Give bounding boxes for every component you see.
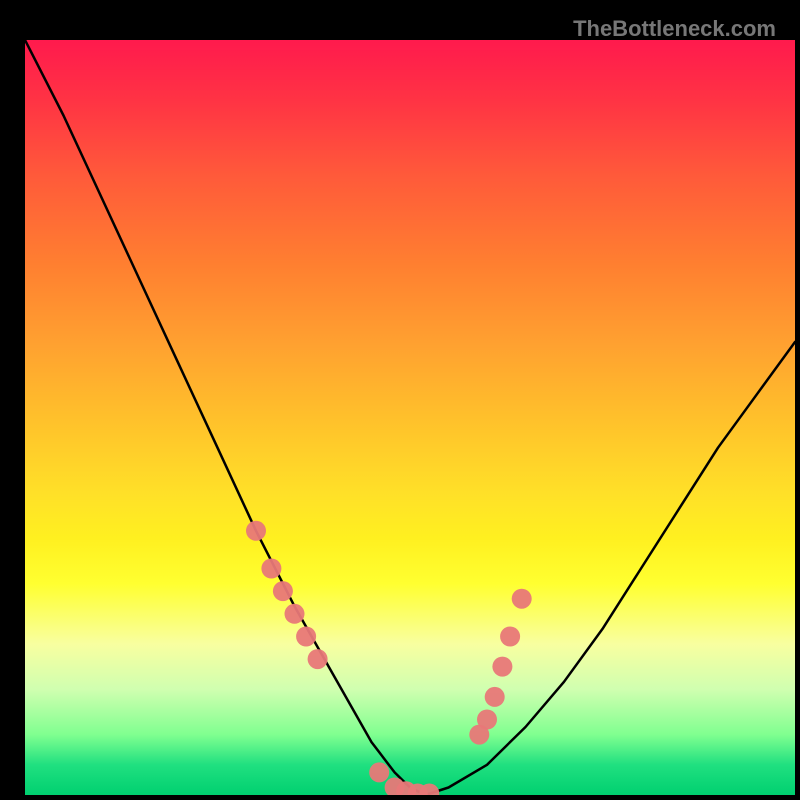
chart-frame: TheBottleneck.com xyxy=(10,10,790,790)
bottleneck-curve xyxy=(25,40,795,795)
plot-area xyxy=(25,40,795,795)
data-points xyxy=(246,521,532,795)
chart-svg xyxy=(25,40,795,795)
watermark-text: TheBottleneck.com xyxy=(573,16,776,42)
